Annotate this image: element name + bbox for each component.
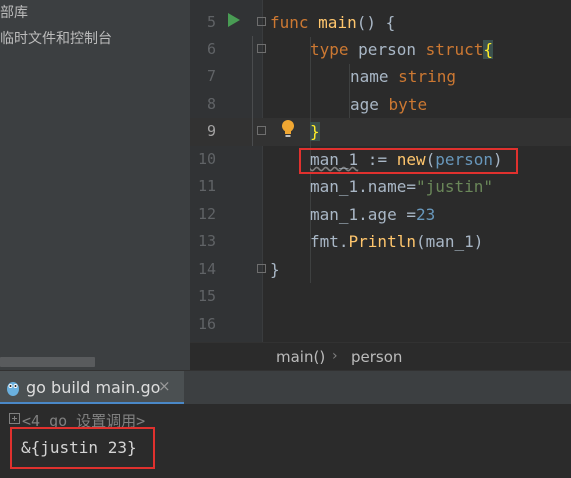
- line-number: 6: [206, 40, 216, 58]
- indent-guide: [252, 36, 253, 146]
- string-literal: "justin": [415, 177, 494, 196]
- highlight-box: [299, 148, 518, 174]
- line-number: 10: [197, 150, 216, 168]
- number-literal: 23: [415, 205, 436, 224]
- code-text: man_1.name=: [310, 177, 416, 196]
- sidebar-horizontal-scrollbar[interactable]: [0, 357, 95, 367]
- function-call: Println: [348, 232, 416, 251]
- tab-label: go build main.go: [26, 378, 161, 397]
- function-name: main: [318, 13, 357, 32]
- tab-go-build[interactable]: go build main.go ×: [0, 371, 184, 405]
- breadcrumb-item-main[interactable]: main(): [276, 348, 325, 366]
- keyword: struct: [425, 40, 484, 59]
- field-name: age: [350, 95, 379, 114]
- code-line-11: man_1.name="justin": [310, 173, 493, 200]
- tree-item-external-libraries[interactable]: 部库: [0, 2, 28, 22]
- code-text: (man_1): [415, 232, 484, 251]
- fold-marker-icon[interactable]: [257, 17, 266, 26]
- lightbulb-icon[interactable]: [281, 119, 295, 139]
- field-name: name: [350, 67, 389, 86]
- code-text: }: [270, 260, 280, 279]
- code-line-13: fmt.Println(man_1): [310, 228, 483, 255]
- keyword: type: [310, 40, 349, 59]
- project-sidebar: 部库 临时文件和控制台: [0, 0, 190, 370]
- code-text: () {: [356, 13, 396, 32]
- field-type: string: [398, 67, 456, 86]
- code-line-7: name string: [350, 63, 456, 90]
- fold-marker-icon[interactable]: [257, 44, 266, 53]
- code-text: man_1.age =: [310, 205, 416, 224]
- breadcrumb: main() › person: [190, 342, 571, 371]
- field-type: byte: [388, 95, 428, 114]
- close-icon[interactable]: ×: [158, 377, 171, 395]
- highlight-box: [10, 427, 155, 469]
- fold-marker-icon[interactable]: [257, 126, 266, 135]
- line-number: 14: [197, 260, 216, 278]
- line-number: 16: [197, 315, 216, 333]
- breadcrumb-separator: ›: [332, 348, 338, 364]
- fold-marker-icon[interactable]: [257, 264, 266, 273]
- expand-icon[interactable]: [9, 413, 20, 424]
- package-name: fmt.: [310, 232, 349, 251]
- go-gopher-icon: [7, 382, 19, 396]
- matched-brace: {: [483, 40, 494, 59]
- line-number: 7: [206, 67, 216, 85]
- line-number: 13: [197, 232, 216, 250]
- type-name: person: [358, 40, 416, 59]
- line-number: 9: [206, 122, 216, 140]
- code-line-12: man_1.age =23: [310, 201, 435, 228]
- code-line-6: type person struct{: [310, 36, 494, 63]
- current-line-highlight: [190, 118, 571, 146]
- matched-brace: }: [310, 122, 320, 141]
- breadcrumb-item-person[interactable]: person: [351, 348, 402, 366]
- code-line-9: }: [310, 118, 320, 145]
- line-number: 15: [197, 287, 216, 305]
- code-line-14: }: [270, 256, 280, 283]
- run-panel-header: go build main.go ×: [0, 370, 571, 405]
- code-line-8: age byte: [350, 91, 427, 118]
- line-number: 11: [197, 177, 216, 195]
- run-icon[interactable]: [228, 13, 240, 27]
- line-number: 5: [206, 13, 216, 31]
- code-line-5: func main() {: [270, 9, 395, 36]
- line-number: 12: [197, 205, 216, 223]
- line-number: 8: [206, 95, 216, 113]
- keyword: func: [270, 13, 309, 32]
- tree-item-scratches-consoles[interactable]: 临时文件和控制台: [0, 28, 112, 48]
